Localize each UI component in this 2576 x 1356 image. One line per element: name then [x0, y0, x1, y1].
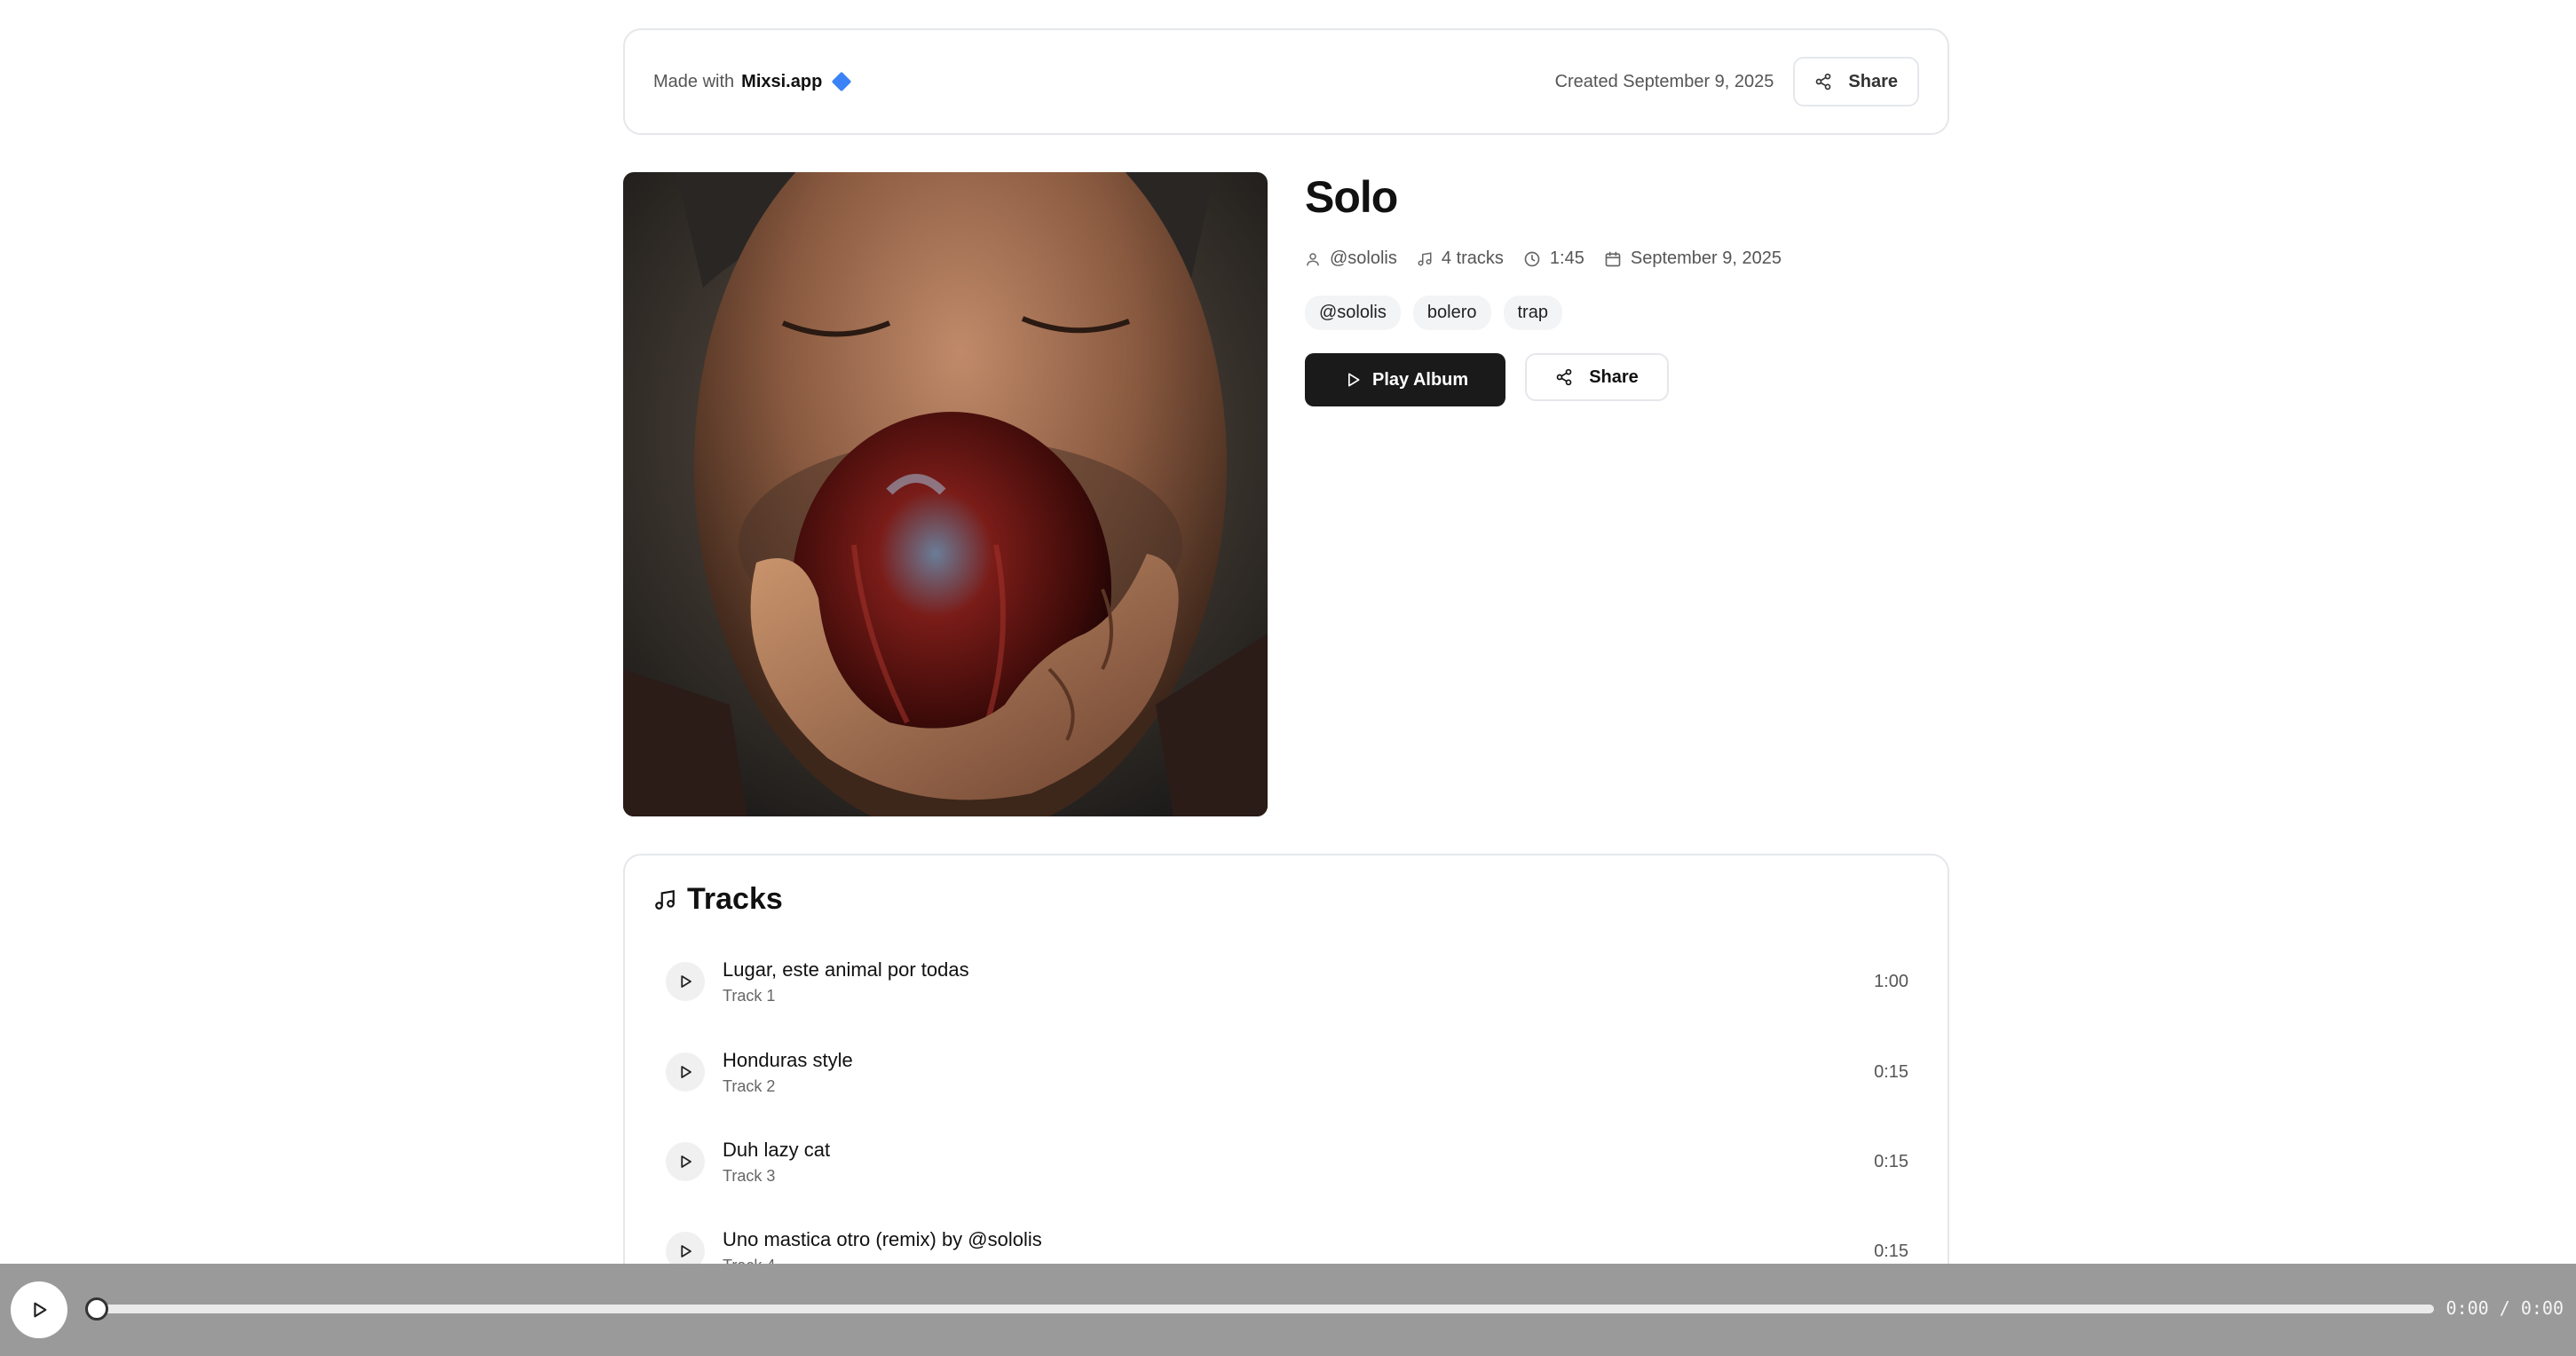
- tag-list: @sololis bolero trap: [1305, 296, 1926, 330]
- made-with-text: Made with Mixsi.app: [653, 71, 852, 92]
- track-row[interactable]: Honduras style Track 2 0:15: [666, 1028, 1908, 1116]
- track-number: Track 1: [723, 986, 776, 1005]
- music-note-icon: [1418, 251, 1432, 265]
- tag[interactable]: trap: [1503, 296, 1562, 330]
- album-title: Solo: [1305, 172, 1398, 222]
- track-number: Track 3: [723, 1166, 776, 1185]
- player-play-button[interactable]: [11, 1281, 67, 1338]
- track-play-button[interactable]: [666, 1142, 705, 1181]
- play-album-label: Play Album: [1372, 369, 1469, 390]
- play-icon: [681, 1066, 691, 1078]
- tag[interactable]: @sololis: [1305, 296, 1401, 330]
- meta-duration: 1:45: [1523, 248, 1584, 269]
- play-icon: [681, 1155, 691, 1168]
- album-share-button[interactable]: Share: [1525, 353, 1669, 401]
- track-row[interactable]: Duh lazy cat Track 3 0:15: [666, 1117, 1908, 1206]
- clock-icon: [1524, 251, 1540, 266]
- diamond-icon: [831, 71, 852, 92]
- progress-knob[interactable]: [85, 1297, 108, 1321]
- album-info: Solo @sololis 4 tracks 1:45 September 9,…: [1305, 172, 1926, 406]
- made-with-prefix: Made with: [653, 71, 735, 91]
- track-count: 4 tracks: [1441, 248, 1504, 268]
- play-icon: [681, 1245, 691, 1257]
- album-actions: Play Album Share: [1305, 353, 1926, 406]
- meta-artist: @sololis: [1305, 248, 1397, 269]
- share-icon: [1556, 368, 1572, 386]
- track-name: Duh lazy cat: [723, 1138, 831, 1161]
- header-share-label: Share: [1848, 71, 1898, 91]
- player-time: 0:00 / 0:00: [2446, 1297, 2564, 1319]
- track-play-button[interactable]: [666, 1052, 705, 1092]
- track-name: Uno mastica otro (remix) by @sololis: [723, 1227, 1042, 1250]
- track-duration: 1:00: [1874, 971, 1908, 991]
- play-icon: [1348, 373, 1360, 387]
- progress-bar[interactable]: [87, 1305, 2434, 1313]
- album-share-label: Share: [1589, 367, 1639, 387]
- top-banner: Made with Mixsi.app Created September 9,…: [623, 28, 1949, 135]
- album-duration: 1:45: [1549, 248, 1584, 268]
- header-share-button[interactable]: Share: [1793, 57, 1919, 106]
- music-note-icon: [655, 889, 675, 910]
- track-number: Track 2: [723, 1076, 776, 1095]
- album-date: September 9, 2025: [1630, 248, 1782, 268]
- user-icon: [1307, 252, 1319, 265]
- brand-link[interactable]: Mixsi.app: [741, 72, 822, 92]
- track-play-button[interactable]: [666, 962, 705, 1001]
- play-icon: [681, 975, 691, 988]
- play-icon: [34, 1302, 47, 1318]
- tracks-header: Tracks: [653, 882, 783, 917]
- share-icon: [1816, 73, 1831, 91]
- audio-player: 0:00 / 0:00: [0, 1264, 2576, 1356]
- track-duration: 0:15: [1874, 1151, 1908, 1171]
- album-meta: @sololis 4 tracks 1:45 September 9, 2025: [1305, 248, 1926, 269]
- meta-date: September 9, 2025: [1604, 248, 1782, 269]
- track-duration: 0:15: [1874, 1061, 1908, 1082]
- play-album-button[interactable]: Play Album: [1305, 353, 1506, 406]
- track-name: Honduras style: [723, 1048, 853, 1071]
- track-name: Lugar, este animal por todas: [723, 958, 969, 981]
- track-row[interactable]: Lugar, este animal por todas Track 1 1:0…: [666, 937, 1908, 1026]
- artist-handle: @sololis: [1330, 248, 1397, 268]
- created-date: Created September 9, 2025: [1554, 71, 1774, 91]
- track-duration: 0:15: [1874, 1241, 1908, 1261]
- album-cover-image: [623, 172, 1268, 816]
- tag[interactable]: bolero: [1412, 296, 1491, 330]
- calendar-icon: [1605, 251, 1621, 266]
- meta-tracks: 4 tracks: [1417, 248, 1504, 269]
- tracks-title: Tracks: [687, 882, 783, 916]
